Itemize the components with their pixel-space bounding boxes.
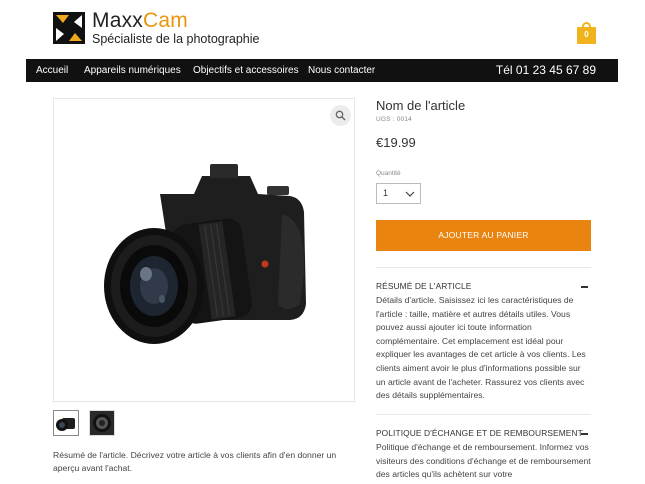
logo-icon[interactable]	[53, 12, 85, 44]
thumbnail-1[interactable]	[53, 410, 79, 436]
camera-image	[104, 164, 306, 344]
product-price: €19.99	[376, 135, 416, 150]
cart-button[interactable]: 0	[577, 22, 596, 44]
divider	[376, 267, 591, 268]
lens-thumbnail	[90, 411, 114, 435]
section-title-summary[interactable]: RÉSUMÉ DE L'ARTICLE	[376, 281, 472, 291]
chevron-down-icon	[405, 191, 415, 197]
section-body-summary: Détails d'article. Saisissez ici les car…	[376, 295, 586, 401]
main-nav: Accueil Appareils numériques Objectifs e…	[26, 59, 618, 82]
phone-number: Tél 01 23 45 67 89	[495, 63, 596, 77]
zoom-button[interactable]	[330, 105, 351, 126]
add-to-cart-button[interactable]: AJOUTER AU PANIER	[376, 220, 591, 251]
product-sku: UGS : 0014	[376, 116, 412, 123]
product-title: Nom de l'article	[376, 98, 466, 113]
magnifier-icon	[335, 110, 346, 121]
quantity-select[interactable]: 1	[376, 183, 421, 204]
divider	[376, 414, 591, 415]
thumbnail-2[interactable]	[89, 410, 115, 436]
brand-main: Maxx	[92, 9, 143, 32]
section-title-policy[interactable]: POLITIQUE D'ÉCHANGE ET DE REMBOURSEMENT	[376, 428, 583, 438]
brand-accent: Cam	[142, 9, 188, 32]
product-summary: Résumé de l'article. Décrivez votre arti…	[53, 450, 337, 473]
nav-item-accueil[interactable]: Accueil	[36, 65, 68, 76]
nav-item-appareils[interactable]: Appareils numériques	[84, 65, 181, 76]
cart-count: 0	[584, 30, 589, 39]
tagline: Spécialiste de la photographie	[92, 32, 260, 46]
collapse-icon[interactable]	[581, 433, 588, 435]
collapse-icon[interactable]	[581, 286, 588, 288]
camera-thumbnail	[56, 418, 75, 431]
quantity-value: 1	[383, 188, 389, 198]
section-body-policy: Politique d'échange et de remboursement.…	[376, 442, 591, 480]
nav-item-contact[interactable]: Nous contacter	[308, 65, 375, 76]
brand-name[interactable]: MaxxCam	[92, 10, 188, 32]
nav-item-objectifs[interactable]: Objectifs et accessoires	[193, 65, 299, 76]
product-image[interactable]	[53, 98, 355, 402]
quantity-label: Quantité	[376, 170, 401, 177]
